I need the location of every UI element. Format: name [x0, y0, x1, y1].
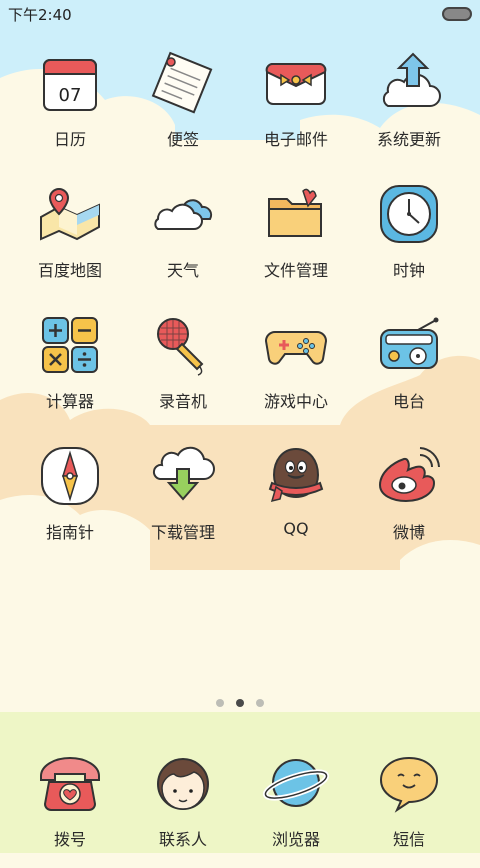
calculator-icon	[42, 317, 98, 373]
dock-messages[interactable]: 短信	[349, 748, 469, 868]
app-label-qq: QQ	[283, 519, 309, 538]
weibo-icon	[378, 447, 440, 503]
app-label-system-update: 系统更新	[376, 130, 441, 149]
battery-icon	[442, 7, 472, 21]
folder-icon	[268, 188, 322, 237]
app-file-manager[interactable]: 文件管理	[236, 179, 356, 299]
clock-icon	[380, 185, 438, 243]
map-icon	[40, 187, 100, 241]
app-label-baidu-map: 百度地图	[37, 261, 102, 280]
dock-contacts[interactable]: 联系人	[123, 748, 243, 868]
app-label-weibo: 微博	[392, 523, 425, 542]
weather-cloud-icon	[154, 199, 213, 230]
note-icon	[151, 51, 213, 114]
app-label-radio: 电台	[392, 392, 425, 411]
planet-icon	[262, 759, 330, 807]
app-label-game-center: 游戏中心	[263, 392, 328, 411]
app-email[interactable]: 电子邮件	[236, 48, 356, 168]
app-label-file-manager: 文件管理	[263, 261, 328, 280]
app-label-notes: 便签	[166, 130, 199, 149]
app-radio[interactable]: 电台	[349, 310, 469, 430]
dock-label-phone: 拨号	[53, 830, 86, 849]
app-label-weather: 天气	[166, 261, 199, 280]
app-label-recorder: 录音机	[158, 392, 207, 411]
dock-label-contacts: 联系人	[158, 830, 207, 849]
page-dot-3[interactable]	[256, 699, 264, 707]
app-label-calculator: 计算器	[45, 392, 94, 411]
app-label-download-manager: 下载管理	[150, 523, 215, 542]
calendar-day: 07	[59, 85, 82, 106]
message-bubble-icon	[379, 756, 439, 813]
app-weather[interactable]: 天气	[123, 179, 243, 299]
app-label-email: 电子邮件	[263, 130, 328, 149]
radio-icon	[380, 317, 439, 369]
dock-label-browser: 浏览器	[271, 830, 320, 849]
app-calculator[interactable]: 计算器	[10, 310, 130, 430]
download-cloud-icon	[152, 446, 215, 501]
app-label-calendar: 日历	[53, 130, 86, 149]
app-system-update[interactable]: 系统更新	[349, 48, 469, 168]
app-calendar[interactable]: 07 日历	[10, 48, 130, 168]
dock-label-messages: 短信	[392, 830, 425, 849]
app-compass[interactable]: 指南针	[10, 441, 130, 561]
app-download-manager[interactable]: 下载管理	[123, 441, 243, 561]
app-label-clock: 时钟	[392, 261, 425, 280]
mail-icon	[265, 63, 327, 105]
calendar-icon: 07	[43, 59, 97, 111]
app-weibo[interactable]: 微博	[349, 441, 469, 561]
microphone-icon	[157, 318, 204, 376]
app-notes[interactable]: 便签	[123, 48, 243, 168]
app-qq[interactable]: QQ	[236, 441, 356, 561]
contact-face-icon	[157, 758, 209, 810]
dock-phone[interactable]: 拨号	[10, 748, 130, 868]
app-game-center[interactable]: 游戏中心	[236, 310, 356, 430]
page-dot-1[interactable]	[216, 699, 224, 707]
page-dot-2[interactable]	[236, 699, 244, 707]
compass-icon	[41, 447, 99, 505]
dock: 拨号 联系人 浏览器 短信	[0, 712, 480, 853]
penguin-icon	[268, 447, 324, 503]
app-baidu-map[interactable]: 百度地图	[10, 179, 130, 299]
update-cloud-icon	[382, 52, 441, 107]
status-time: 下午2:40	[8, 6, 72, 24]
app-recorder[interactable]: 录音机	[123, 310, 243, 430]
app-clock[interactable]: 时钟	[349, 179, 469, 299]
status-bar: 下午2:40	[0, 0, 480, 28]
app-label-compass: 指南针	[45, 523, 94, 542]
page-indicator	[0, 699, 480, 709]
phone-icon	[40, 757, 100, 811]
dock-browser[interactable]: 浏览器	[236, 748, 356, 868]
gamepad-icon	[264, 331, 328, 365]
